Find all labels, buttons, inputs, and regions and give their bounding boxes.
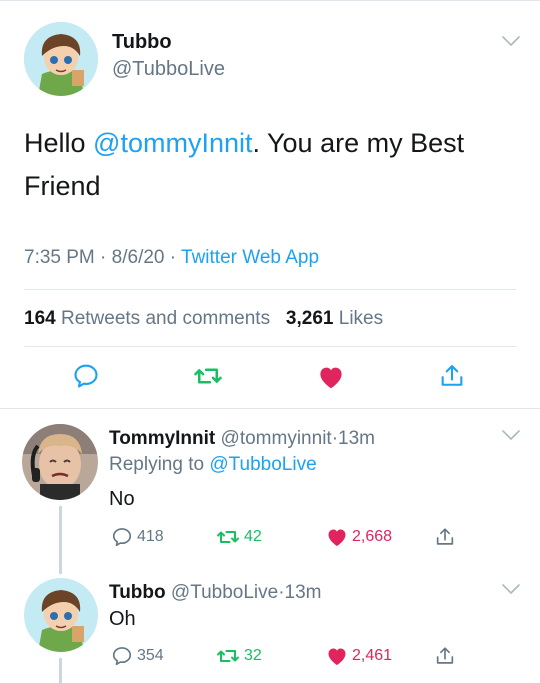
divider bbox=[24, 289, 516, 290]
tweet-text: Hello @tommyInnit. You are my Best Frien… bbox=[24, 122, 524, 208]
reply-icon[interactable] bbox=[111, 645, 133, 667]
tweet-time: 7:35 PM bbox=[24, 247, 95, 268]
reply-count: 418 bbox=[137, 528, 164, 545]
tweet-text-line2: Friend bbox=[24, 171, 101, 201]
thread-line bbox=[59, 506, 62, 574]
reply-time[interactable]: 13m bbox=[285, 582, 322, 603]
retweet-icon[interactable] bbox=[193, 361, 223, 391]
tweet-stats: 164 Retweets and comments 3,261 Likes bbox=[24, 308, 383, 330]
replying-to-handle[interactable]: @TubboLive bbox=[209, 454, 316, 475]
like-icon[interactable] bbox=[325, 644, 349, 668]
share-icon[interactable] bbox=[438, 362, 466, 390]
reply-icon[interactable] bbox=[111, 526, 133, 548]
reply-handle[interactable]: @TubboLive bbox=[171, 582, 278, 603]
likes-stat[interactable]: 3,261 Likes bbox=[286, 308, 383, 329]
reply-display-name[interactable]: Tubbo bbox=[109, 582, 166, 603]
reply-header: TommyInnit @tommyinnit·13m bbox=[109, 428, 375, 450]
reply-text: No bbox=[109, 488, 135, 510]
main-display-name[interactable]: Tubbo bbox=[112, 31, 172, 54]
reply-count: 354 bbox=[137, 647, 164, 664]
reply-time[interactable]: 13m bbox=[338, 428, 375, 449]
top-divider bbox=[0, 0, 540, 1]
chevron-down-icon[interactable] bbox=[502, 584, 520, 594]
tweet-source-link[interactable]: Twitter Web App bbox=[181, 247, 319, 268]
retweets-label: Retweets and comments bbox=[60, 308, 271, 329]
tweet-text-line1-end: . You are my Best bbox=[252, 128, 465, 158]
retweet-count: 32 bbox=[244, 647, 262, 664]
share-icon[interactable] bbox=[434, 645, 456, 667]
avatar-tommyinnit-image bbox=[22, 424, 98, 500]
avatar-tubbo-image bbox=[24, 22, 98, 96]
avatar-tubbo[interactable] bbox=[24, 578, 98, 652]
avatar-tubbo[interactable] bbox=[24, 22, 98, 96]
reply-handle[interactable]: @tommyinnit bbox=[221, 428, 332, 449]
likes-label: Likes bbox=[338, 308, 384, 329]
tweet-meta: 7:35 PM · 8/6/20 · Twitter Web App bbox=[24, 247, 319, 269]
section-divider bbox=[0, 408, 540, 409]
main-handle[interactable]: @TubboLive bbox=[112, 58, 225, 81]
reply-header: Tubbo @TubboLive·13m bbox=[109, 582, 322, 604]
reply-display-name[interactable]: TommyInnit bbox=[109, 428, 215, 449]
thread-line bbox=[59, 658, 62, 683]
meta-sep: · bbox=[169, 247, 177, 268]
reply-text: Oh bbox=[109, 608, 136, 630]
chevron-down-icon[interactable] bbox=[502, 36, 520, 46]
like-count: 2,461 bbox=[352, 647, 393, 664]
avatar-tommyinnit[interactable] bbox=[22, 424, 98, 500]
like-icon[interactable] bbox=[325, 525, 349, 549]
retweets-count: 164 bbox=[24, 308, 56, 329]
retweet-icon[interactable] bbox=[216, 644, 240, 668]
chevron-down-icon[interactable] bbox=[502, 430, 520, 440]
like-count: 2,668 bbox=[352, 528, 393, 545]
share-icon[interactable] bbox=[434, 526, 456, 548]
tweet-text-start: Hello bbox=[24, 128, 94, 158]
tweet-date: 8/6/20 bbox=[111, 247, 165, 268]
likes-count: 3,261 bbox=[285, 308, 334, 329]
reply-icon[interactable] bbox=[72, 362, 100, 390]
retweets-stat[interactable]: 164 Retweets and comments bbox=[24, 308, 270, 329]
retweet-count: 42 bbox=[244, 528, 262, 545]
replying-to: Replying to @TubboLive bbox=[109, 454, 317, 476]
meta-sep: · bbox=[100, 247, 107, 268]
avatar-tubbo-image bbox=[24, 578, 98, 652]
like-icon[interactable] bbox=[316, 362, 346, 392]
replying-to-label: Replying to bbox=[109, 454, 205, 475]
divider bbox=[24, 346, 516, 347]
mention-link[interactable]: @tommyInnit bbox=[93, 128, 252, 158]
retweet-icon[interactable] bbox=[216, 525, 240, 549]
